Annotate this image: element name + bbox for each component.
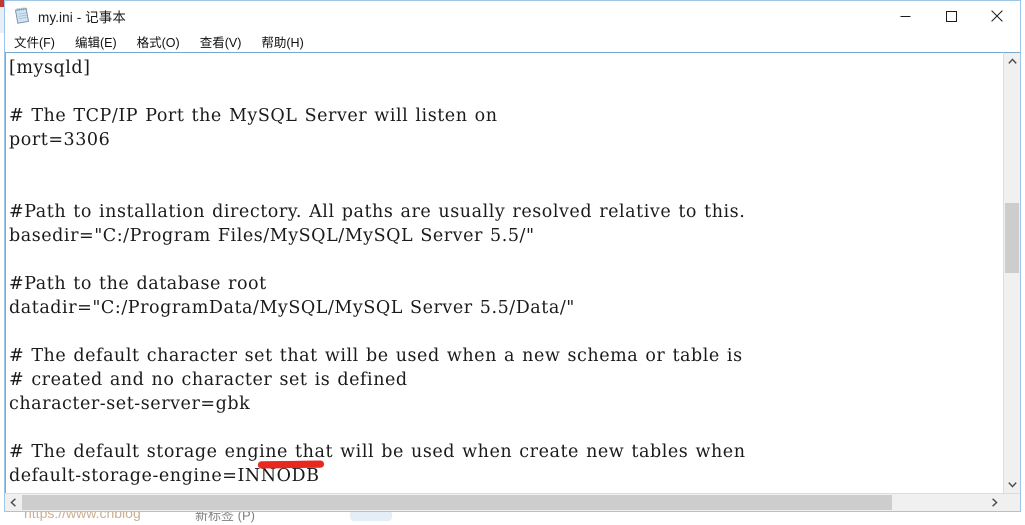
- text-area-wrapper[interactable]: [mysqld] # The TCP/IP Port the MySQL Ser…: [5, 52, 1003, 493]
- scroll-down-arrow-icon[interactable]: [1004, 476, 1020, 493]
- horizontal-scrollbar-track[interactable]: [22, 494, 986, 511]
- scroll-right-arrow-icon[interactable]: [986, 494, 1003, 511]
- horizontal-scrollbar[interactable]: [5, 493, 1020, 511]
- chevron-down-icon: [1007, 482, 1017, 488]
- window-title: my.ini - 记事本: [38, 10, 126, 25]
- menu-file[interactable]: 文件(F): [14, 31, 64, 52]
- bottom-cutoff-strip: https://www.cnblog 新标签 (P): [0, 512, 1025, 525]
- close-button[interactable]: [974, 1, 1020, 31]
- watermark-cn-text: 新标签 (P): [195, 512, 255, 523]
- notepad-icon: [13, 7, 31, 25]
- minimize-icon: [900, 15, 910, 17]
- menu-bar: 文件(F) 编辑(E) 格式(O) 查看(V) 帮助(H): [5, 31, 1020, 52]
- text-area[interactable]: [mysqld] # The TCP/IP Port the MySQL Ser…: [9, 53, 1003, 493]
- chevron-right-icon: [992, 498, 998, 507]
- vertical-scrollbar[interactable]: [1003, 52, 1020, 493]
- menu-view[interactable]: 查看(V): [200, 31, 251, 52]
- scroll-left-arrow-icon[interactable]: [5, 494, 22, 511]
- maximize-icon: [945, 10, 957, 22]
- chevron-up-icon: [1007, 58, 1017, 64]
- watermark-blob: [350, 512, 392, 521]
- minimize-button[interactable]: [882, 1, 928, 31]
- vertical-scrollbar-thumb[interactable]: [1005, 203, 1019, 273]
- scrollbar-corner: [1003, 494, 1020, 511]
- menu-format[interactable]: 格式(O): [137, 31, 189, 52]
- editor-area: [mysqld] # The TCP/IP Port the MySQL Ser…: [5, 52, 1020, 493]
- red-underline-annotation: [257, 460, 325, 469]
- window-right-edge: [1021, 33, 1025, 512]
- menu-edit[interactable]: 编辑(E): [75, 31, 126, 52]
- close-icon: [991, 10, 1003, 22]
- menu-help[interactable]: 帮助(H): [261, 31, 312, 52]
- watermark-url: https://www.cnblog: [24, 512, 141, 521]
- notepad-window: my.ini - 记事本 文件(F) 编辑(E) 格式(O) 查看(V) 帮助(…: [4, 0, 1021, 512]
- maximize-button[interactable]: [928, 1, 974, 31]
- scroll-up-arrow-icon[interactable]: [1004, 53, 1020, 70]
- horizontal-scrollbar-thumb[interactable]: [22, 495, 892, 510]
- chevron-left-icon: [10, 498, 16, 507]
- window-controls: [882, 1, 1020, 31]
- title-bar[interactable]: my.ini - 记事本: [5, 1, 1020, 31]
